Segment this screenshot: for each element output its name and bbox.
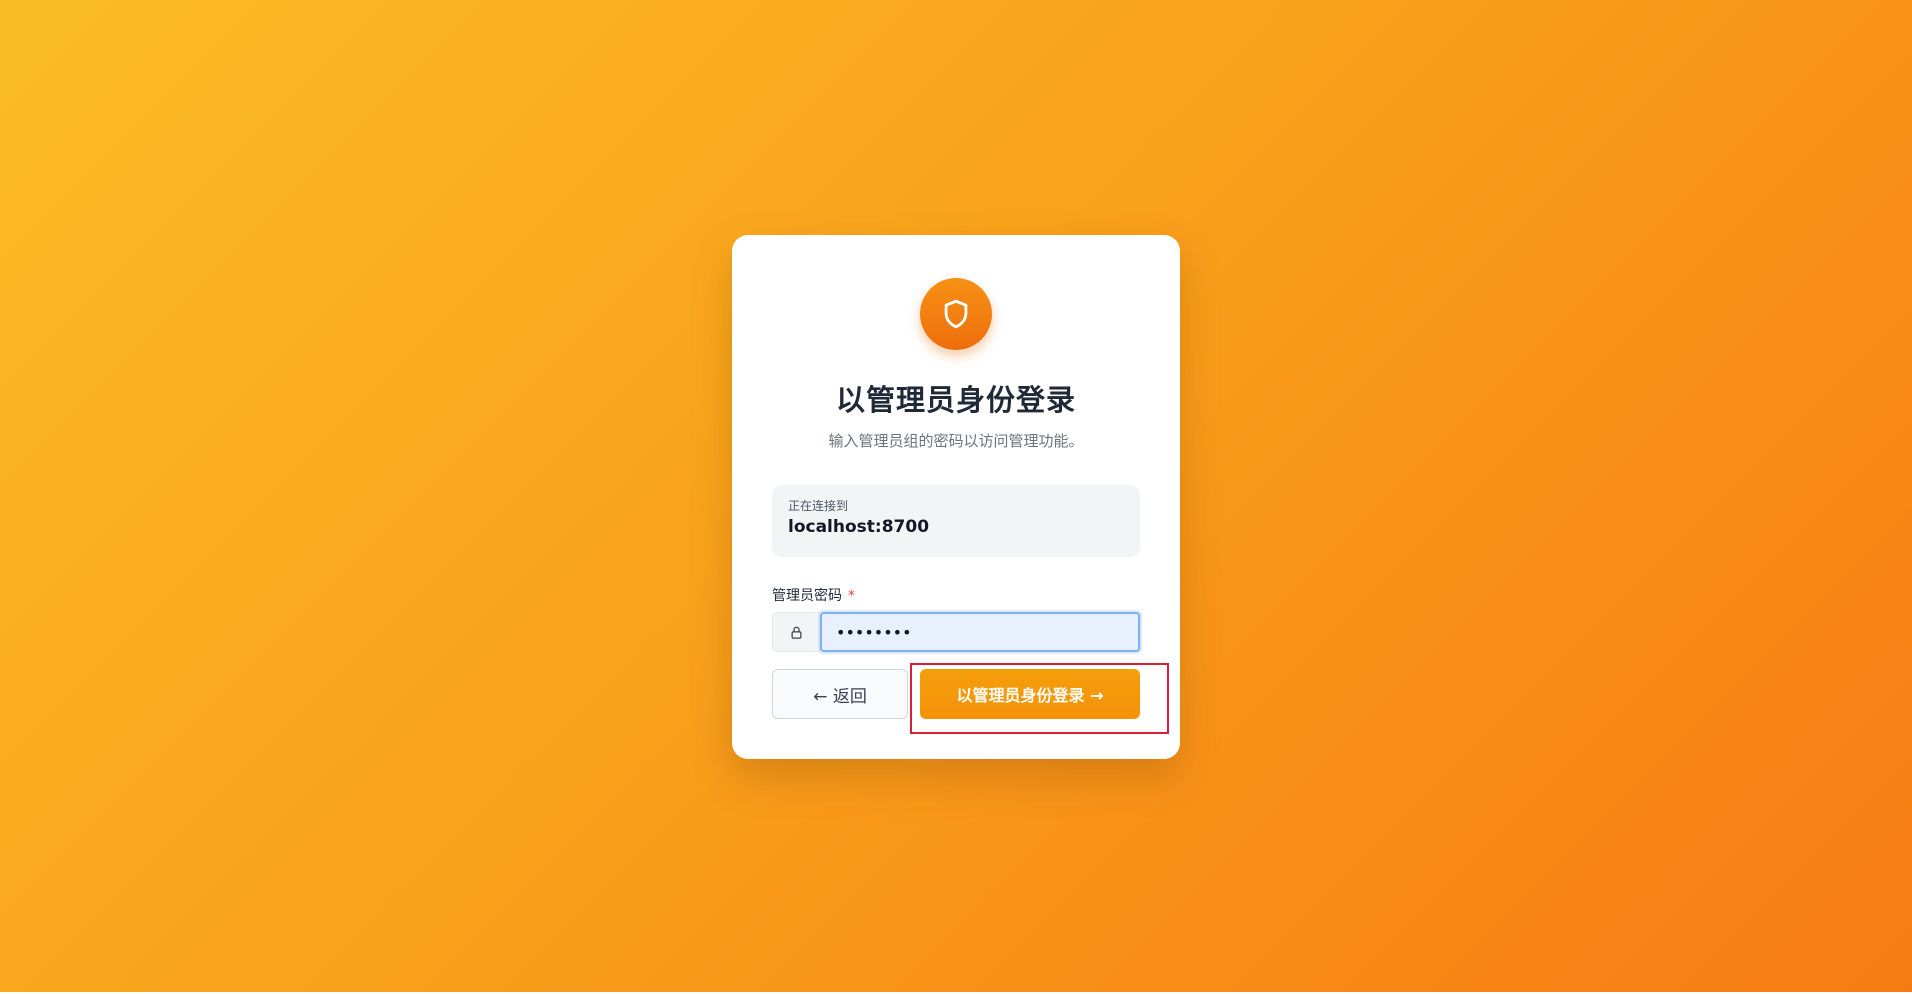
lock-icon xyxy=(791,626,802,639)
admin-login-card: 以管理员身份登录 输入管理员组的密码以访问管理功能。 正在连接到 localho… xyxy=(732,235,1180,759)
required-mark: * xyxy=(848,588,855,604)
back-button[interactable]: ← 返回 xyxy=(772,669,908,719)
admin-login-button[interactable]: 以管理员身份登录 → xyxy=(920,669,1140,719)
page-subtitle: 输入管理员组的密码以访问管理功能。 xyxy=(828,432,1084,450)
password-addon xyxy=(772,612,820,652)
password-label: 管理员密码 * xyxy=(772,585,855,605)
password-label-text: 管理员密码 xyxy=(772,588,842,604)
connection-info: 正在连接到 localhost:8700 xyxy=(772,485,1140,557)
password-input-group xyxy=(772,612,1140,652)
shield-icon xyxy=(944,299,968,329)
connection-host: localhost:8700 xyxy=(788,517,930,537)
shield-logo xyxy=(920,278,992,350)
connection-label: 正在连接到 xyxy=(788,499,849,513)
password-input[interactable] xyxy=(820,612,1140,652)
page-title: 以管理员身份登录 xyxy=(835,383,1076,417)
